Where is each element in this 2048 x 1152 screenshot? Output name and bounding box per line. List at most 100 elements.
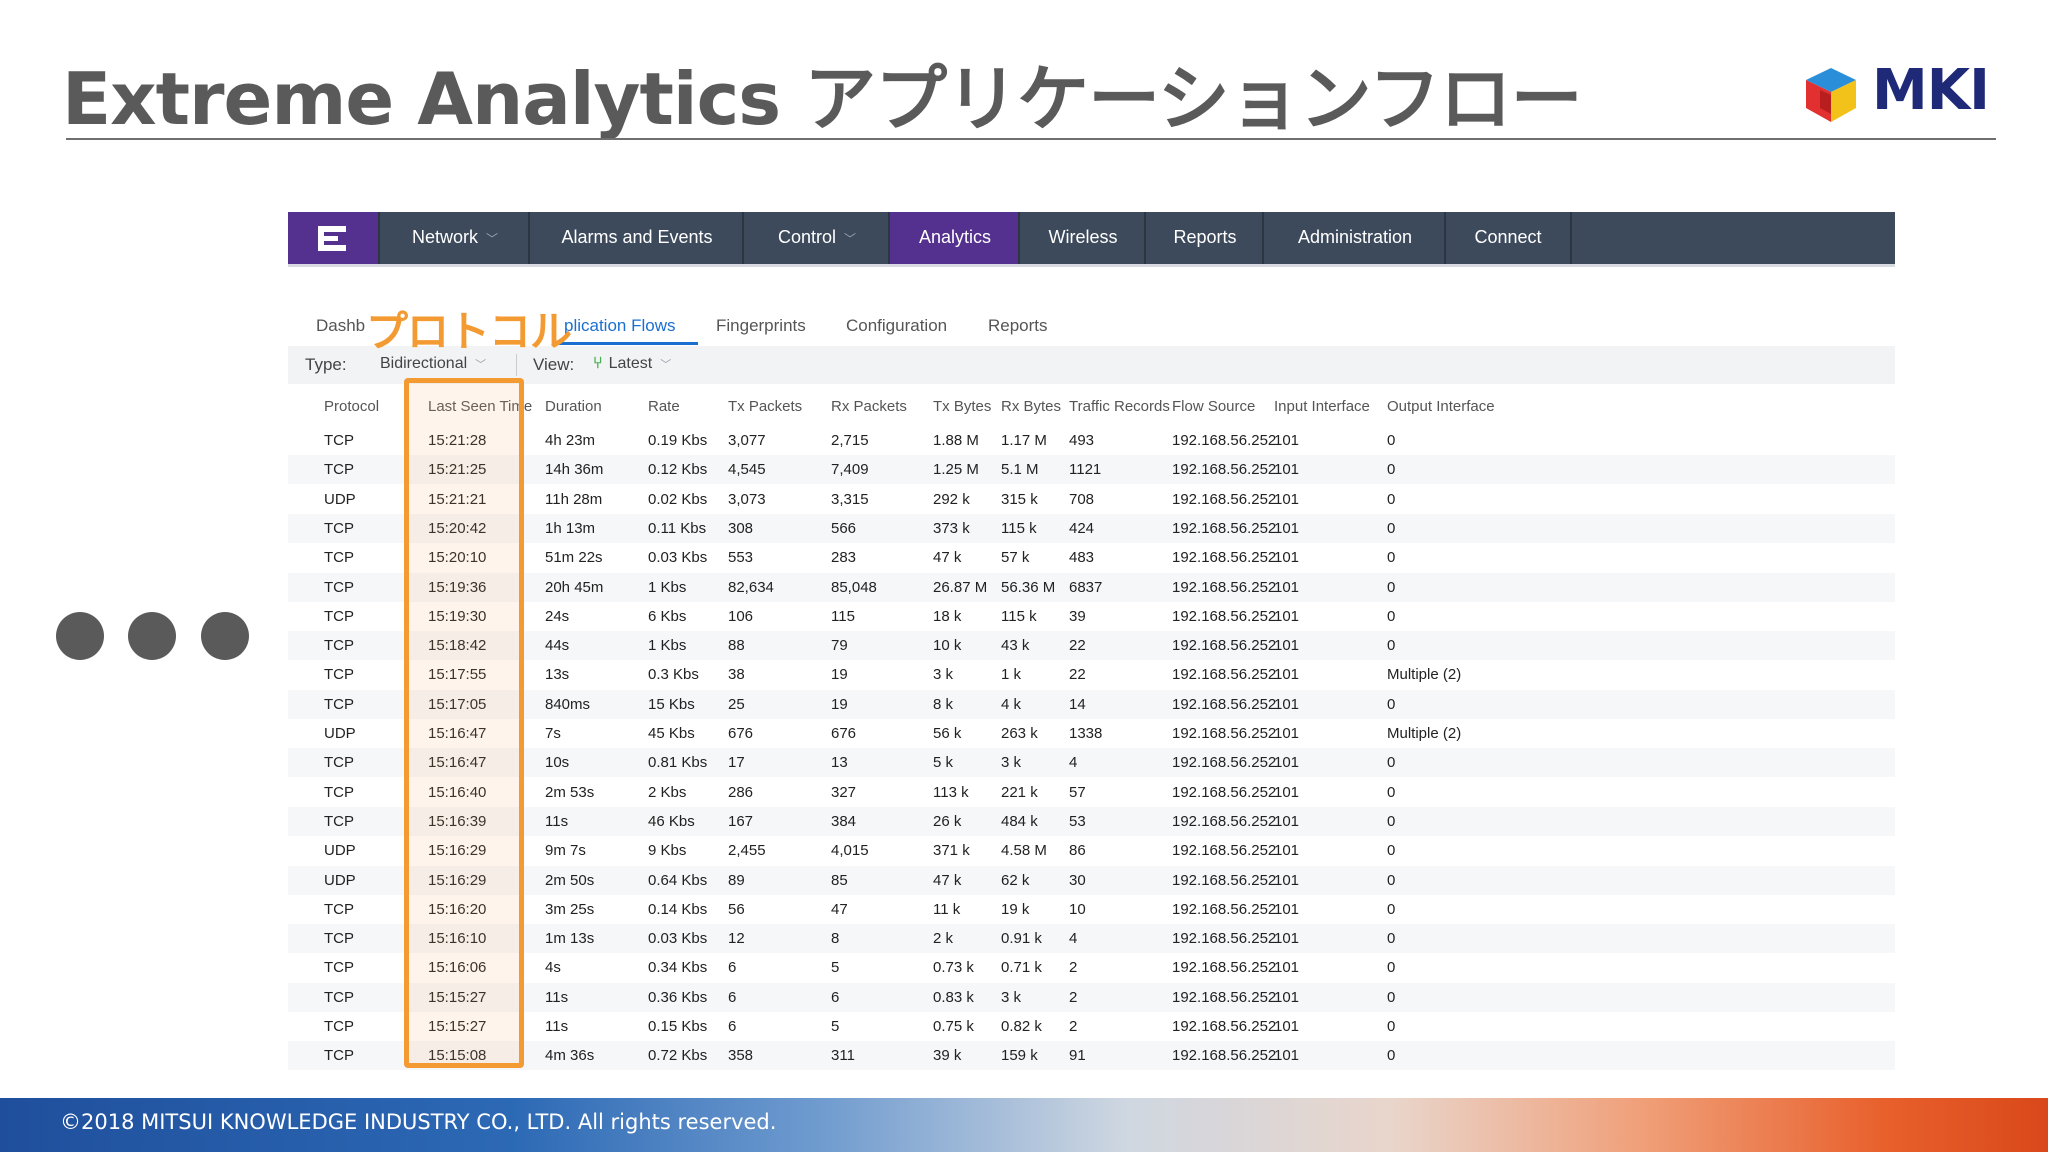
col-input-interface-cell: 101 xyxy=(1274,461,1300,479)
nav-network[interactable]: Network ﹀ xyxy=(378,212,530,264)
tab-dashboard[interactable]: Dashb xyxy=(316,316,365,336)
col-rx-packets-cell: 85 xyxy=(831,871,848,889)
table-row[interactable]: UDP 15:21:21 11h 28m 0.02 Kbs 3,073 3,315 292 … xyxy=(288,485,1895,514)
col-traffic-records-cell: 493 xyxy=(1069,432,1095,449)
col-flow-source-cell: 192.168.56.252 xyxy=(1172,637,1277,655)
col-duration-cell: 2m 53s xyxy=(545,783,595,801)
table-row[interactable]: TCP 15:20:42 1h 13m 0.11 Kbs 308 566 373 k 115 … xyxy=(288,513,1895,543)
col-input-interface-cell: 101 xyxy=(1274,607,1300,625)
tab-application-flows[interactable]: plication Flows xyxy=(564,316,676,336)
nav-reports[interactable]: Reports xyxy=(1144,212,1264,264)
col-tx-packets-cell: 6 xyxy=(728,1018,737,1035)
col-tx-packets-cell: 6 xyxy=(728,959,737,977)
col-tx-bytes-cell: 0.83 k xyxy=(933,988,974,1006)
col-input-interface-cell: 101 xyxy=(1274,725,1300,742)
col-output-interface-header[interactable]: Output Interface xyxy=(1387,398,1495,415)
table-row[interactable]: UDP 15:16:29 9m 7s 9 Kbs 2,455 4,015 371 k 4.58… xyxy=(288,836,1895,865)
col-duration-cell: 4s xyxy=(545,959,561,977)
nav-administration-label: Administration xyxy=(1297,227,1413,247)
col-traffic-records-cell: 4 xyxy=(1069,930,1078,948)
col-tx-bytes-cell: 5 k xyxy=(933,754,954,772)
col-tx-packets-header[interactable]: Tx Packets xyxy=(728,398,802,415)
nav-control[interactable]: Control ﹀ xyxy=(742,212,890,264)
col-duration-cell: 11s xyxy=(545,988,569,1006)
protocol-column-highlight xyxy=(404,378,524,1068)
col-rx-packets-cell: 5 xyxy=(831,959,840,977)
table-row[interactable]: UDP 15:16:47 7s 45 Kbs 676 676 56 k 263 k 1338 19… xyxy=(288,719,1895,748)
table-row[interactable]: TCP 15:15:27 11s 0.15 Kbs 6 5 0.75 k 0.82 k 2 192… xyxy=(288,1012,1895,1041)
col-tx-packets-cell: 56 xyxy=(728,900,745,918)
table-row[interactable]: TCP 15:18:42 44s 1 Kbs 88 79 10 k 43 k 22 192.168… xyxy=(288,631,1895,661)
col-rx-bytes-cell: 62 k xyxy=(1001,871,1030,889)
table-row[interactable]: TCP 15:17:55 13s 0.3 Kbs 38 19 3 k1 k 22 192.168… xyxy=(288,660,1895,689)
col-tx-packets-cell: 88 xyxy=(728,637,745,655)
col-tx-packets-cell: 25 xyxy=(728,695,745,713)
table-row[interactable]: TCP 15:16:40 2m 53s 2 Kbs 286 327 113 k 221 k 57… xyxy=(288,778,1895,807)
col-tx-bytes-cell: 1.25 M xyxy=(933,461,979,479)
table-row[interactable]: TCP 15:20:10 51m 22s 0.03 Kbs 553 283 47 k 57 k… xyxy=(288,543,1895,572)
col-rx-bytes-header[interactable]: Rx Bytes xyxy=(1001,398,1061,415)
tab-configuration[interactable]: Configuration xyxy=(846,316,947,336)
table-row[interactable]: TCP 15:19:36 20h 45m 1 Kbs 82,634 85,048 26.87… xyxy=(288,572,1895,602)
table-row[interactable]: TCP 15:15:27 11s 0.36 Kbs 6 6 0.83 k3 k 2 192.16… xyxy=(288,982,1895,1012)
nav-alarms-and-events[interactable]: Alarms and Events xyxy=(528,212,744,264)
tab-reports[interactable]: Reports xyxy=(988,316,1048,336)
nav-analytics[interactable]: Analytics xyxy=(888,212,1020,264)
col-protocol-cell: UDP xyxy=(324,490,356,508)
col-rate-header[interactable]: Rate xyxy=(648,398,680,415)
col-rx-packets-cell: 384 xyxy=(831,812,857,830)
col-input-interface-cell: 101 xyxy=(1274,1047,1300,1065)
table-row[interactable]: TCP 15:21:25 14h 36m 0.12 Kbs 4,545 7,409 1.25… xyxy=(288,455,1895,485)
extreme-logo-button[interactable] xyxy=(288,212,378,264)
col-rx-bytes-cell: 56.36 M xyxy=(1001,578,1056,596)
slide-title: Extreme Analytics アプリケーションフロー xyxy=(62,57,1583,141)
col-output-interface-cell: 0 xyxy=(1387,959,1396,977)
col-traffic-records-cell: 424 xyxy=(1069,519,1095,537)
col-traffic-records-cell: 708 xyxy=(1069,490,1095,508)
col-protocol-cell: TCP xyxy=(324,930,354,948)
table-row[interactable]: TCP 15:16:20 3m 25s 0.14 Kbs 56 47 11 k 19 k 10 1… xyxy=(288,895,1895,924)
table-row[interactable]: TCP 15:16:10 1m 13s 0.03 Kbs 12 8 2 k 0.91 k 4 19… xyxy=(288,924,1895,954)
col-protocol-header[interactable]: Protocol xyxy=(324,398,379,415)
col-rx-packets-cell: 4,015 xyxy=(831,842,869,860)
col-rx-packets-cell: 47 xyxy=(831,900,848,918)
col-traffic-records-header[interactable]: Traffic Records xyxy=(1069,398,1170,415)
col-protocol-cell: TCP xyxy=(324,754,354,772)
col-input-interface-cell: 101 xyxy=(1274,1018,1300,1035)
table-row[interactable]: TCP 15:16:47 10s 0.81 Kbs 17 13 5 k3 k 4 192.168… xyxy=(288,748,1895,778)
nav-administration[interactable]: Administration xyxy=(1262,212,1446,264)
table-row[interactable]: TCP 15:16:39 11s 46 Kbs 167 384 26 k 484 k 53 192… xyxy=(288,806,1895,836)
col-output-interface-cell: 0 xyxy=(1387,783,1396,801)
col-duration-header[interactable]: Duration xyxy=(545,398,602,415)
col-duration-cell: 51m 22s xyxy=(545,549,603,567)
col-flow-source-cell: 192.168.56.252 xyxy=(1172,754,1277,772)
col-duration-cell: 7s xyxy=(545,725,561,742)
col-protocol-cell: TCP xyxy=(324,666,354,684)
col-tx-bytes-header[interactable]: Tx Bytes xyxy=(933,398,991,415)
nav-wireless[interactable]: Wireless xyxy=(1018,212,1146,264)
col-rate-cell: 0.03 Kbs xyxy=(648,930,708,948)
table-row[interactable]: TCP 15:15:08 4m 36s 0.72 Kbs 358 311 39 k 159 k… xyxy=(288,1041,1895,1071)
col-tx-bytes-cell: 113 k xyxy=(933,783,969,801)
table-row[interactable]: TCP 15:19:30 24s 6 Kbs 106 115 18 k 115 k 39 192.… xyxy=(288,602,1895,631)
col-output-interface-cell: 0 xyxy=(1387,637,1396,655)
table-row[interactable]: UDP 15:16:29 2m 50s 0.64 Kbs 89 85 47 k 62 k 30 1… xyxy=(288,865,1895,895)
col-protocol-cell: TCP xyxy=(324,1047,354,1065)
col-flow-source-header[interactable]: Flow Source xyxy=(1172,398,1255,415)
col-tx-packets-cell: 38 xyxy=(728,666,745,684)
col-input-interface-cell: 101 xyxy=(1274,490,1300,508)
nav-connect[interactable]: Connect xyxy=(1444,212,1572,264)
tab-fingerprints[interactable]: Fingerprints xyxy=(716,316,806,336)
col-rx-packets-header[interactable]: Rx Packets xyxy=(831,398,907,415)
table-row[interactable]: TCP 15:17:05 840ms 15 Kbs 25 19 8 k4 k 14 192.16… xyxy=(288,689,1895,719)
col-traffic-records-cell: 10 xyxy=(1069,900,1086,918)
view-select[interactable]: ⑂ Latest ﹀ xyxy=(593,355,671,373)
col-rx-packets-cell: 13 xyxy=(831,754,848,772)
col-rx-bytes-cell: 4 k xyxy=(1001,695,1022,713)
table-row[interactable]: TCP 15:16:06 4s 0.34 Kbs 6 5 0.73 k 0.71 k 2 192.… xyxy=(288,953,1895,982)
col-protocol-cell: TCP xyxy=(324,607,354,625)
table-row[interactable]: TCP 15:21:28 4h 23m 0.19 Kbs 3,077 2,715 1.88 … xyxy=(288,426,1895,455)
col-input-interface-header[interactable]: Input Interface xyxy=(1274,398,1370,415)
col-output-interface-cell: Multiple (2) xyxy=(1387,725,1462,742)
col-traffic-records-cell: 53 xyxy=(1069,812,1086,830)
